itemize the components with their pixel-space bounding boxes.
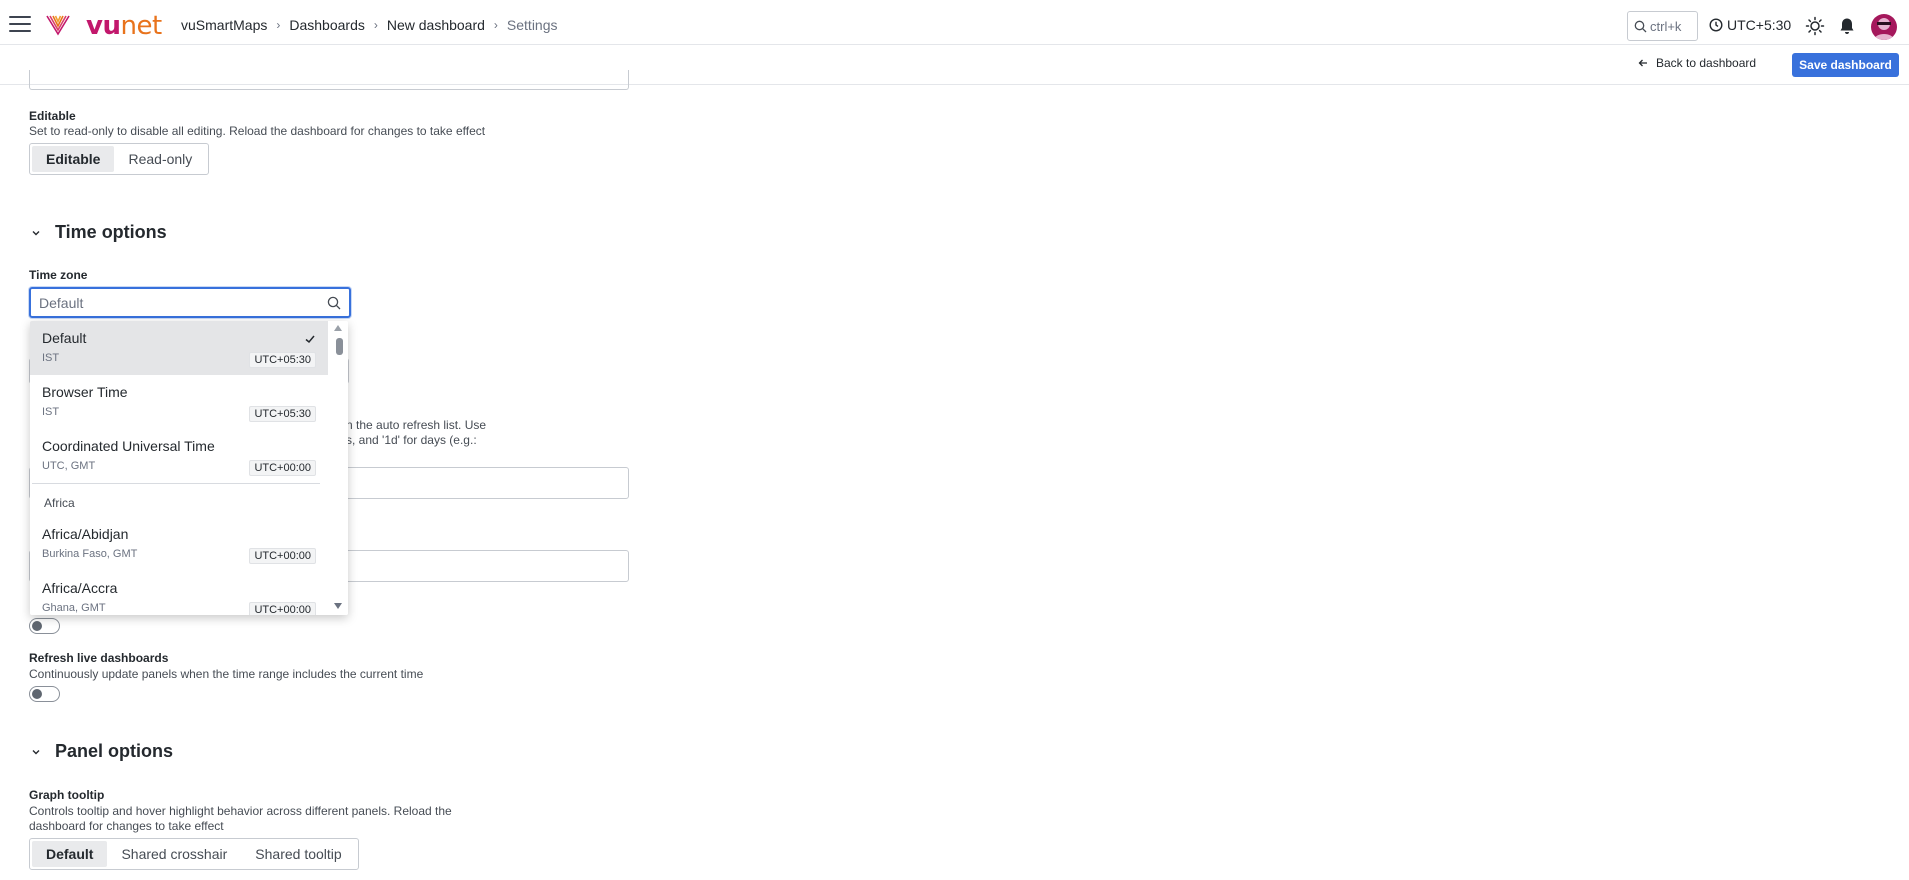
- time-zone-option-browser-time[interactable]: Browser Time IST UTC+05:30: [30, 375, 328, 429]
- check-icon: [305, 335, 315, 344]
- time-zone-dropdown: Default IST UTC+05:30 Browser Time IST U…: [30, 321, 348, 615]
- graph-tooltip-segmented-control: Default Shared crosshair Shared tooltip: [29, 838, 359, 870]
- time-zone-list: Default IST UTC+05:30 Browser Time IST U…: [30, 321, 328, 615]
- option-name: Browser Time: [42, 384, 128, 400]
- arrow-left-icon: [1638, 59, 1647, 67]
- option-name: Africa/Accra: [42, 580, 118, 596]
- graph-tooltip-description-2: dashboard for changes to take effect: [29, 819, 224, 833]
- refresh-live-label: Refresh live dashboards: [29, 651, 169, 665]
- refresh-live-toggle[interactable]: [29, 686, 60, 702]
- scroll-up-arrow-icon[interactable]: [334, 325, 342, 331]
- graph-tooltip-description: Controls tooltip and hover highlight beh…: [29, 804, 452, 818]
- breadcrumb-item-vusmartmaps[interactable]: vuSmartMaps: [181, 17, 267, 33]
- time-zone-option-africa-accra[interactable]: Africa/Accra Ghana, GMT UTC+00:00: [30, 571, 328, 615]
- shared-tooltip-option[interactable]: Shared tooltip: [241, 841, 355, 867]
- chevron-down-icon: [32, 230, 40, 235]
- back-to-dashboard-label: Back to dashboard: [1656, 56, 1757, 70]
- chevron-right-icon: ›: [276, 18, 281, 32]
- chevron-right-icon: ›: [493, 18, 498, 32]
- timezone-button[interactable]: UTC+5:30: [1709, 17, 1791, 33]
- search-shortcut: ctrl+k: [1650, 18, 1682, 34]
- utc-offset-badge: UTC+00:00: [249, 460, 316, 476]
- breadcrumb: vuSmartMaps › Dashboards › New dashboard…: [181, 17, 558, 33]
- graph-tooltip-label: Graph tooltip: [29, 788, 105, 802]
- timezone-label: UTC+5:30: [1727, 17, 1792, 33]
- refresh-live-description: Continuously update panels when the time…: [29, 667, 424, 681]
- chevron-right-icon: ›: [373, 18, 378, 32]
- menu-icon[interactable]: [9, 16, 31, 32]
- option-name: Coordinated Universal Time: [42, 438, 215, 454]
- utc-offset-badge: UTC+05:30: [249, 352, 316, 368]
- shared-crosshair-option[interactable]: Shared crosshair: [107, 841, 241, 867]
- time-zone-label: Time zone: [29, 268, 88, 282]
- search-icon: [1634, 20, 1647, 32]
- top-bar: vunet vuSmartMaps › Dashboards › New das…: [0, 3, 1909, 45]
- utc-offset-badge: UTC+00:00: [249, 602, 316, 615]
- utc-offset-badge: UTC+05:30: [249, 406, 316, 422]
- auto-refresh-description-2: s, and '1d' for days (e.g.:: [346, 433, 477, 447]
- back-to-dashboard-button[interactable]: Back to dashboard: [1638, 56, 1756, 70]
- time-options-title: Time options: [55, 222, 167, 242]
- group-header-africa: Africa: [44, 496, 75, 510]
- dropdown-scrollbar[interactable]: [330, 321, 348, 615]
- breadcrumb-item-settings: Settings: [506, 17, 558, 33]
- save-dashboard-button[interactable]: Save dashboard: [1792, 53, 1899, 77]
- time-zone-option-default[interactable]: Default IST UTC+05:30: [30, 321, 328, 375]
- scroll-down-arrow-icon[interactable]: [334, 603, 342, 609]
- panel-options-title: Panel options: [55, 741, 174, 761]
- time-zone-option-utc[interactable]: Coordinated Universal Time UTC, GMT UTC+…: [30, 429, 328, 483]
- editable-label: Editable: [29, 109, 76, 123]
- time-zone-placeholder: Default: [39, 294, 84, 311]
- clock-icon: [1709, 18, 1723, 32]
- search-icon: [327, 296, 341, 310]
- time-zone-option-africa-abidjan[interactable]: Africa/Abidjan Burkina Faso, GMT UTC+00:…: [30, 517, 328, 571]
- editable-option[interactable]: Editable: [32, 146, 115, 172]
- bell-icon[interactable]: [1837, 16, 1857, 36]
- time-options-section-toggle[interactable]: Time options: [31, 222, 167, 243]
- option-name: Default: [42, 330, 87, 346]
- option-name: Africa/Abidjan: [42, 526, 129, 542]
- panel-options-section-toggle[interactable]: Panel options: [31, 741, 173, 762]
- search-button[interactable]: ctrl+k: [1627, 11, 1698, 41]
- scroll-thumb[interactable]: [336, 338, 343, 355]
- breadcrumb-item-dashboards[interactable]: Dashboards: [289, 17, 365, 33]
- editable-description: Set to read-only to disable all editing.…: [29, 124, 486, 138]
- chevron-down-icon: [32, 749, 40, 754]
- sun-icon[interactable]: [1805, 16, 1825, 36]
- previous-field-input[interactable]: [29, 70, 629, 90]
- utc-offset-badge: UTC+00:00: [249, 548, 316, 564]
- time-zone-input[interactable]: Default: [29, 287, 351, 318]
- tooltip-default-option[interactable]: Default: [32, 841, 108, 867]
- hide-time-picker-toggle[interactable]: [29, 618, 60, 634]
- auto-refresh-description: n the auto refresh list. Use: [346, 418, 487, 432]
- logo-icon[interactable]: [45, 12, 71, 38]
- logo-wordmark[interactable]: vunet: [86, 11, 162, 41]
- avatar[interactable]: [1871, 14, 1897, 40]
- editable-segmented-control: Editable Read-only: [29, 143, 210, 175]
- breadcrumb-item-new-dashboard[interactable]: New dashboard: [387, 17, 485, 33]
- read-only-option[interactable]: Read-only: [114, 146, 206, 172]
